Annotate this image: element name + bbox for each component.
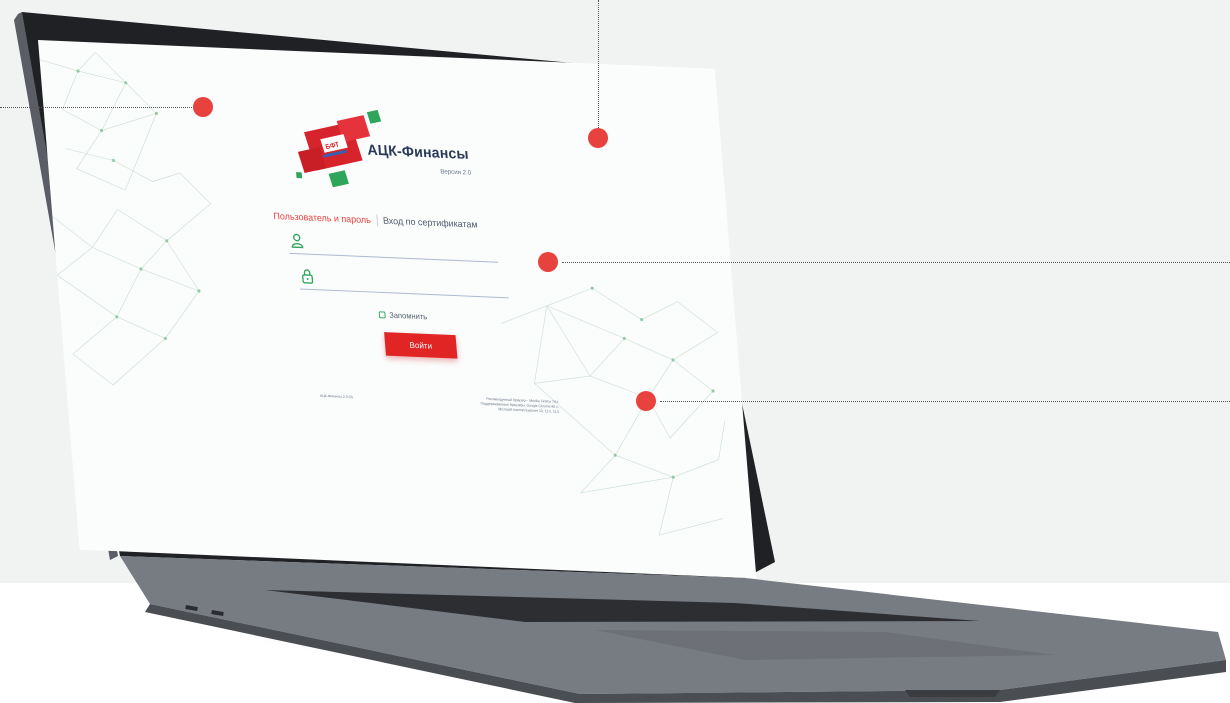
- remember-label: Запомнить: [388, 310, 428, 322]
- callout-line-version: [598, 0, 599, 130]
- remember-checkbox[interactable]: [378, 311, 386, 319]
- login-button[interactable]: Войти: [384, 332, 458, 359]
- callout-line-fields: [562, 262, 1230, 263]
- app-version: Версия 2.0: [440, 168, 472, 177]
- tab-divider: [375, 214, 378, 227]
- user-icon: [291, 233, 304, 249]
- callout-dot-fields: [538, 252, 558, 272]
- callout-line-background: [660, 401, 1230, 402]
- callout-dot-background: [636, 391, 656, 411]
- lock-icon: [302, 269, 314, 284]
- login-screen: БФТ АЦК-Финансы Версия 2.0 Пользователь …: [38, 40, 757, 579]
- callout-dot-logo: [193, 97, 213, 117]
- laptop-shadow: [240, 605, 1140, 665]
- callout-dot-version: [588, 128, 608, 148]
- callout-line-logo: [0, 107, 196, 108]
